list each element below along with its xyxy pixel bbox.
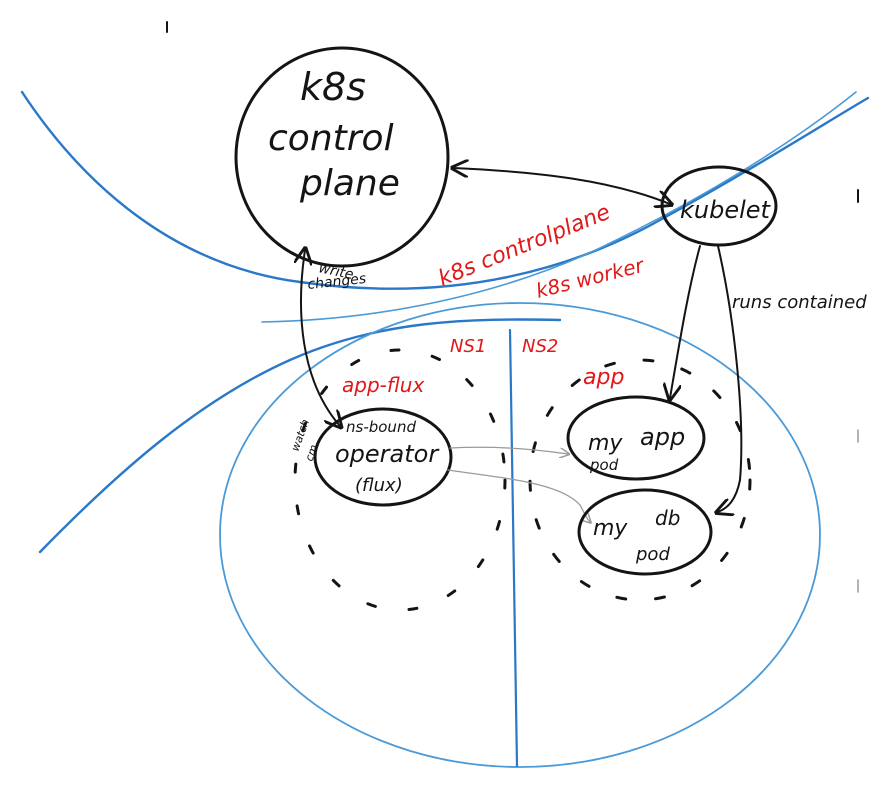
write-changes-label-line2: changes	[307, 271, 367, 293]
ns2-name-label: app	[583, 365, 624, 390]
db-pod-label-my: my	[593, 516, 628, 541]
db-pod-label-pod: pod	[635, 544, 670, 565]
app-pod-label-my: my	[588, 431, 623, 456]
operator-label-line3: (flux)	[355, 475, 403, 496]
kubelet-label: kubelet	[680, 196, 772, 224]
ns1-name-label: app-flux	[342, 373, 424, 397]
db-pod-label-db: db	[655, 506, 680, 530]
control-plane-kubelet-arrow	[454, 168, 670, 204]
app-pod-label-pod: pod	[589, 456, 619, 474]
kubelet-to-db-pod-arrow	[718, 245, 743, 512]
ns2-label: NS2	[522, 336, 558, 357]
whiteboard-diagram: k8s control plane kubelet write changes …	[20, 21, 870, 768]
namespace-divider	[508, 328, 519, 768]
operator-to-db-pod-arrow	[447, 469, 590, 522]
operator-label-line2: operator	[335, 440, 440, 468]
operator-label-line1: ns-bound	[346, 418, 416, 436]
ns1-label: NS1	[450, 336, 486, 357]
control-plane-label-line2: control	[268, 118, 394, 159]
boundary-worker-label: k8s worker	[533, 253, 647, 303]
app-pod-label-app: app	[640, 423, 685, 451]
operator-to-app-pod-arrow	[449, 446, 568, 454]
kubelet-to-app-pod-arrow	[670, 245, 701, 398]
runs-contained-label: runs contained	[732, 292, 867, 313]
boundary-curve-upper	[20, 90, 870, 290]
control-plane-label-line1: k8s	[300, 65, 366, 109]
control-plane-label-line3: plane	[299, 163, 400, 204]
